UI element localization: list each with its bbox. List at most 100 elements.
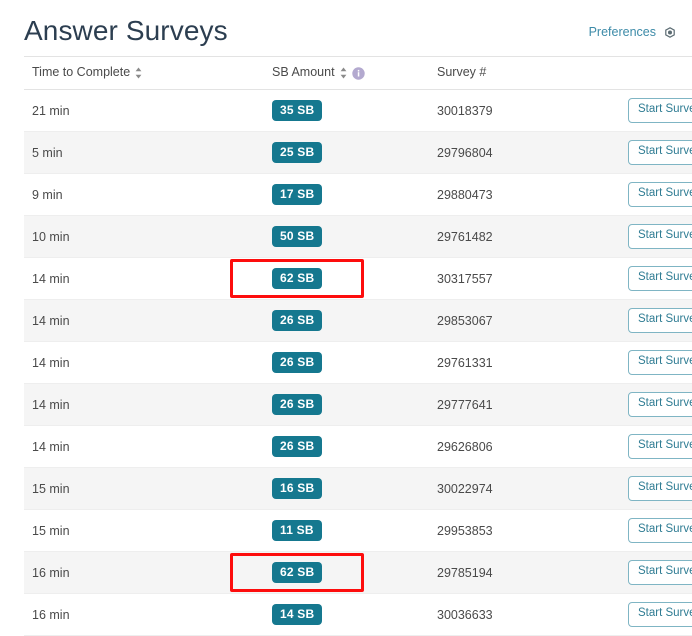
start-survey-button[interactable]: Start Survey: [628, 392, 692, 417]
table-row: 5 min25 SB29796804Start Survey: [24, 132, 692, 174]
cell-action: Start Survey: [620, 132, 692, 174]
cell-sb-amount: 14 SB: [264, 594, 429, 636]
start-survey-button[interactable]: Start Survey: [628, 350, 692, 375]
preferences-link[interactable]: Preferences: [589, 16, 678, 40]
cell-sb-amount: 26 SB: [264, 300, 429, 342]
table-row: 14 min26 SB29761331Start Survey: [24, 342, 692, 384]
cell-survey-number: 29796804: [429, 132, 620, 174]
table-row: 14 min 62 SB 30317557 Start Survey: [24, 258, 692, 300]
answer-surveys-page: Answer Surveys Preferences Time to Compl…: [0, 0, 692, 631]
cell-action: Start Survey: [620, 342, 692, 384]
cell-time-to-complete: 14 min: [24, 384, 264, 426]
sb-amount-badge: 26 SB: [272, 436, 322, 457]
cell-sb-amount: 50 SB: [264, 216, 429, 258]
cell-time-to-complete: 16 min: [24, 594, 264, 636]
cell-time-to-complete: 9 min: [24, 174, 264, 216]
table-row: 15 min 16 SB 30022974 Start Survey: [24, 468, 692, 510]
sb-amount-badge: 26 SB: [272, 394, 322, 415]
sb-amount-badge: 14 SB: [272, 604, 322, 625]
cell-survey-number: 30022974: [429, 468, 620, 510]
cell-sb-amount: 35 SB: [264, 90, 429, 132]
cell-time-to-complete: 14 min: [24, 300, 264, 342]
page-header: Answer Surveys Preferences: [0, 0, 692, 56]
cell-survey-number: 29785194: [429, 552, 620, 594]
column-header-time-to-complete[interactable]: Time to Complete: [24, 57, 264, 90]
sort-arrows-icon[interactable]: [135, 67, 142, 79]
gear-icon: [662, 24, 678, 40]
start-survey-button[interactable]: Start Survey: [628, 560, 692, 585]
start-survey-button[interactable]: Start Survey: [628, 98, 692, 123]
cell-sb-amount: 62 SB: [264, 258, 429, 300]
start-survey-button[interactable]: Start Survey: [628, 308, 692, 333]
cell-survey-number: 30018379: [429, 90, 620, 132]
table-row: 21 min35 SB30018379 Start Survey: [24, 90, 692, 132]
cell-time-to-complete: 16 min: [24, 552, 264, 594]
cell-action: Start Survey: [620, 552, 692, 594]
cell-survey-number: 29953853: [429, 510, 620, 552]
cell-survey-number: 29853067: [429, 300, 620, 342]
surveys-table: Time to Complete SB Amount: [24, 56, 692, 636]
cell-sb-amount: 26 SB: [264, 426, 429, 468]
sb-amount-badge: 62 SB: [272, 562, 322, 583]
cell-sb-amount: 17 SB: [264, 174, 429, 216]
sb-amount-badge: 26 SB: [272, 352, 322, 373]
cell-time-to-complete: 15 min: [24, 468, 264, 510]
cell-action: Start Survey: [620, 384, 692, 426]
start-survey-button[interactable]: Start Survey: [628, 518, 692, 543]
cell-survey-number: 29626806: [429, 426, 620, 468]
column-header-survey-label: Survey #: [437, 65, 486, 79]
cell-time-to-complete: 15 min: [24, 510, 264, 552]
start-survey-button[interactable]: Start Survey: [628, 266, 692, 291]
table-row: 9 min17 SB29880473Start Survey: [24, 174, 692, 216]
cell-action: Start Survey: [620, 300, 692, 342]
table-header-row: Time to Complete SB Amount: [24, 57, 692, 90]
preferences-label: Preferences: [589, 25, 656, 39]
surveys-table-container: Time to Complete SB Amount: [0, 56, 692, 636]
cell-survey-number: 29777641: [429, 384, 620, 426]
cell-sb-amount: 62 SB: [264, 552, 429, 594]
sb-amount-badge: 62 SB: [272, 268, 322, 289]
page-title: Answer Surveys: [24, 11, 228, 45]
cell-sb-amount: 26 SB: [264, 384, 429, 426]
cell-sb-amount: 25 SB: [264, 132, 429, 174]
start-survey-button[interactable]: Start Survey: [628, 182, 692, 207]
table-row: 14 min26 SB29853067 Start Survey: [24, 300, 692, 342]
column-header-time-label: Time to Complete: [32, 65, 130, 79]
cell-sb-amount: 11 SB: [264, 510, 429, 552]
table-row: 10 min50 SB29761482Start Survey: [24, 216, 692, 258]
sb-amount-badge: 11 SB: [272, 520, 322, 541]
start-survey-button[interactable]: Start Survey: [628, 224, 692, 249]
info-icon[interactable]: [352, 67, 365, 80]
table-header: Time to Complete SB Amount: [24, 57, 692, 90]
cell-action: Start Survey: [620, 468, 692, 510]
start-survey-button[interactable]: Start Survey: [628, 602, 692, 627]
cell-action: Start Survey: [620, 174, 692, 216]
table-row: 14 min26 SB29626806Start Survey: [24, 426, 692, 468]
table-row: 15 min 11 SB 29953853 Start Survey: [24, 510, 692, 552]
cell-action: Start Survey: [620, 216, 692, 258]
cell-time-to-complete: 10 min: [24, 216, 264, 258]
cell-action: Start Survey: [620, 258, 692, 300]
column-header-amount-label: SB Amount: [272, 65, 335, 79]
cell-survey-number: 30036633: [429, 594, 620, 636]
column-header-sb-amount[interactable]: SB Amount: [264, 57, 429, 90]
start-survey-button[interactable]: Start Survey: [628, 140, 692, 165]
table-body: 21 min35 SB30018379Start Survey5 min25 S…: [24, 90, 692, 636]
cell-action: Start Survey: [620, 426, 692, 468]
sb-amount-badge: 50 SB: [272, 226, 322, 247]
cell-time-to-complete: 14 min: [24, 258, 264, 300]
start-survey-button[interactable]: Start Survey: [628, 434, 692, 459]
sb-amount-badge: 17 SB: [272, 184, 322, 205]
sb-amount-badge: 16 SB: [272, 478, 322, 499]
table-row: 16 min 14 SB 30036633 Start Survey: [24, 594, 692, 636]
cell-survey-number: 30317557: [429, 258, 620, 300]
sb-amount-badge: 25 SB: [272, 142, 322, 163]
start-survey-button[interactable]: Start Survey: [628, 476, 692, 501]
cell-time-to-complete: 21 min: [24, 90, 264, 132]
cell-action: Start Survey: [620, 510, 692, 552]
column-header-survey-number: Survey #: [429, 57, 620, 90]
cell-action: Start Survey: [620, 90, 692, 132]
sort-arrows-icon[interactable]: [340, 67, 347, 79]
table-row: 14 min 26 SB 29777641 Start Survey: [24, 384, 692, 426]
cell-time-to-complete: 14 min: [24, 342, 264, 384]
